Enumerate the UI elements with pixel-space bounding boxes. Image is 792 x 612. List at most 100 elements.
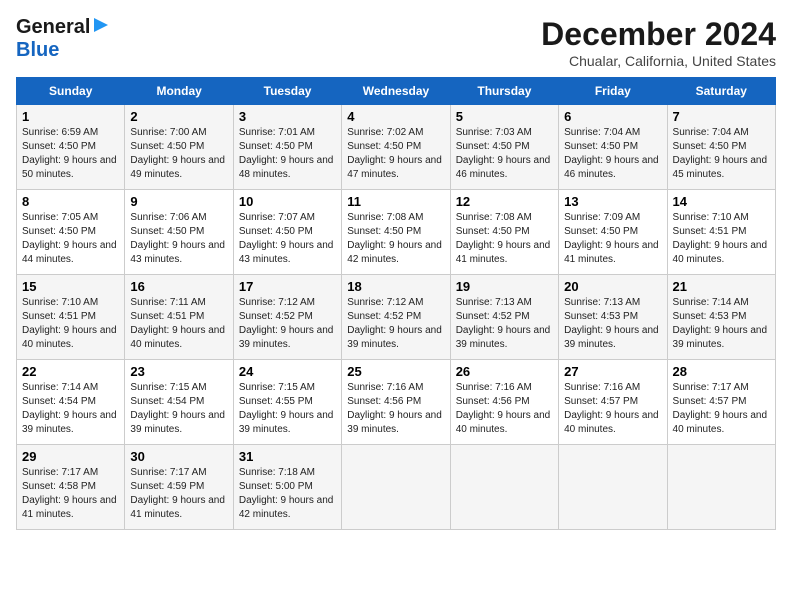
day-number: 22 — [22, 364, 119, 379]
day-info: Sunrise: 7:17 AMSunset: 4:57 PMDaylight:… — [673, 381, 770, 437]
column-header-monday: Monday — [125, 78, 233, 105]
calendar-week-row: 22 Sunrise: 7:14 AMSunset: 4:54 PMDayligh… — [17, 360, 776, 445]
calendar-cell: 31 Sunrise: 7:18 AMSunset: 5:00 PMDayligh… — [233, 445, 341, 530]
calendar-week-row: 1Sunrise: 6:59 AMSunset: 4:50 PMDaylight… — [17, 105, 776, 190]
page-title: December 2024 — [541, 16, 776, 53]
calendar-week-row: 29 Sunrise: 7:17 AMSunset: 4:58 PMDayligh… — [17, 445, 776, 530]
day-number: 16 — [130, 279, 227, 294]
day-info: Sunrise: 7:17 AMSunset: 4:59 PMDaylight:… — [130, 466, 227, 522]
calendar-header-row: SundayMondayTuesdayWednesdayThursdayFrid… — [17, 78, 776, 105]
day-number: 17 — [239, 279, 336, 294]
calendar-cell — [667, 445, 775, 530]
day-number: 19 — [456, 279, 553, 294]
calendar-cell: 28Sunrise: 7:17 AMSunset: 4:57 PMDayligh… — [667, 360, 775, 445]
calendar-cell: 29 Sunrise: 7:17 AMSunset: 4:58 PMDayligh… — [17, 445, 125, 530]
day-info: Sunrise: 7:16 AMSunset: 4:57 PMDaylight:… — [564, 381, 661, 437]
column-header-tuesday: Tuesday — [233, 78, 341, 105]
day-info: Sunrise: 7:15 AMSunset: 4:54 PMDaylight:… — [130, 381, 227, 437]
day-number: 14 — [673, 194, 770, 209]
day-info: Sunrise: 7:06 AMSunset: 4:50 PMDaylight:… — [130, 211, 227, 267]
calendar-cell: 25 Sunrise: 7:16 AMSunset: 4:56 PMDayligh… — [342, 360, 450, 445]
day-number: 31 — [239, 449, 336, 464]
column-header-thursday: Thursday — [450, 78, 558, 105]
day-info: Sunrise: 7:17 AMSunset: 4:58 PMDaylight:… — [22, 466, 119, 522]
day-info: Sunrise: 7:04 AMSunset: 4:50 PMDaylight:… — [673, 126, 770, 182]
day-info: Sunrise: 7:13 AMSunset: 4:52 PMDaylight:… — [456, 296, 553, 352]
logo: General Blue — [16, 16, 110, 62]
calendar-cell: 3Sunrise: 7:01 AMSunset: 4:50 PMDaylight… — [233, 105, 341, 190]
calendar-cell: 4Sunrise: 7:02 AMSunset: 4:50 PMDaylight… — [342, 105, 450, 190]
calendar-cell — [342, 445, 450, 530]
day-info: Sunrise: 7:04 AMSunset: 4:50 PMDaylight:… — [564, 126, 661, 182]
column-header-wednesday: Wednesday — [342, 78, 450, 105]
column-header-friday: Friday — [559, 78, 667, 105]
calendar-cell: 12 Sunrise: 7:08 AMSunset: 4:50 PMDayligh… — [450, 190, 558, 275]
calendar-cell: 20 Sunrise: 7:13 AMSunset: 4:53 PMDayligh… — [559, 275, 667, 360]
page-header: General Blue December 2024 Chualar, Cali… — [16, 16, 776, 69]
day-number: 15 — [22, 279, 119, 294]
calendar-cell: 8Sunrise: 7:05 AMSunset: 4:50 PMDaylight… — [17, 190, 125, 275]
day-number: 18 — [347, 279, 444, 294]
day-info: Sunrise: 7:01 AMSunset: 4:50 PMDaylight:… — [239, 126, 336, 182]
calendar-cell: 6Sunrise: 7:04 AMSunset: 4:50 PMDaylight… — [559, 105, 667, 190]
calendar-cell — [450, 445, 558, 530]
day-info: Sunrise: 7:18 AMSunset: 5:00 PMDaylight:… — [239, 466, 336, 522]
day-number: 7 — [673, 109, 770, 124]
calendar-cell: 2 Sunrise: 7:00 AMSunset: 4:50 PMDaylight… — [125, 105, 233, 190]
calendar-cell: 23 Sunrise: 7:15 AMSunset: 4:54 PMDayligh… — [125, 360, 233, 445]
column-header-sunday: Sunday — [17, 78, 125, 105]
day-info: Sunrise: 7:12 AMSunset: 4:52 PMDaylight:… — [347, 296, 444, 352]
day-number: 30 — [130, 449, 227, 464]
day-info: Sunrise: 7:16 AMSunset: 4:56 PMDaylight:… — [456, 381, 553, 437]
calendar-cell: 16 Sunrise: 7:11 AMSunset: 4:51 PMDayligh… — [125, 275, 233, 360]
day-number: 27 — [564, 364, 661, 379]
day-number: 11 — [347, 194, 444, 209]
calendar-cell: 26 Sunrise: 7:16 AMSunset: 4:56 PMDayligh… — [450, 360, 558, 445]
day-info: Sunrise: 7:13 AMSunset: 4:53 PMDaylight:… — [564, 296, 661, 352]
day-number: 25 — [347, 364, 444, 379]
day-number: 13 — [564, 194, 661, 209]
day-number: 20 — [564, 279, 661, 294]
calendar-cell: 14 Sunrise: 7:10 AMSunset: 4:51 PMDayligh… — [667, 190, 775, 275]
day-info: Sunrise: 7:16 AMSunset: 4:56 PMDaylight:… — [347, 381, 444, 437]
day-number: 1 — [22, 109, 119, 124]
day-number: 29 — [22, 449, 119, 464]
calendar-cell: 7 Sunrise: 7:04 AMSunset: 4:50 PMDaylight… — [667, 105, 775, 190]
logo-general: General — [16, 16, 90, 39]
logo-blue: Blue — [16, 39, 59, 61]
calendar-week-row: 15 Sunrise: 7:10 AMSunset: 4:51 PMDayligh… — [17, 275, 776, 360]
calendar-cell: 1Sunrise: 6:59 AMSunset: 4:50 PMDaylight… — [17, 105, 125, 190]
day-info: Sunrise: 7:00 AMSunset: 4:50 PMDaylight:… — [130, 126, 227, 182]
page-subtitle: Chualar, California, United States — [541, 53, 776, 69]
day-number: 2 — [130, 109, 227, 124]
calendar-cell: 15 Sunrise: 7:10 AMSunset: 4:51 PMDayligh… — [17, 275, 125, 360]
calendar-cell: 10 Sunrise: 7:07 AMSunset: 4:50 PMDayligh… — [233, 190, 341, 275]
calendar-cell: 11 Sunrise: 7:08 AMSunset: 4:50 PMDayligh… — [342, 190, 450, 275]
calendar-cell: 17Sunrise: 7:12 AMSunset: 4:52 PMDayligh… — [233, 275, 341, 360]
day-number: 26 — [456, 364, 553, 379]
day-number: 10 — [239, 194, 336, 209]
day-number: 23 — [130, 364, 227, 379]
day-info: Sunrise: 7:10 AMSunset: 4:51 PMDaylight:… — [22, 296, 119, 352]
calendar-cell: 18 Sunrise: 7:12 AMSunset: 4:52 PMDayligh… — [342, 275, 450, 360]
title-area: December 2024 Chualar, California, Unite… — [541, 16, 776, 69]
calendar-cell: 19 Sunrise: 7:13 AMSunset: 4:52 PMDayligh… — [450, 275, 558, 360]
day-number: 5 — [456, 109, 553, 124]
logo-arrow-icon — [92, 16, 110, 34]
day-number: 9 — [130, 194, 227, 209]
day-info: Sunrise: 7:08 AMSunset: 4:50 PMDaylight:… — [347, 211, 444, 267]
day-info: Sunrise: 7:10 AMSunset: 4:51 PMDaylight:… — [673, 211, 770, 267]
day-info: Sunrise: 7:14 AMSunset: 4:53 PMDaylight:… — [673, 296, 770, 352]
day-number: 4 — [347, 109, 444, 124]
day-info: Sunrise: 7:05 AMSunset: 4:50 PMDaylight:… — [22, 211, 119, 267]
calendar-cell — [559, 445, 667, 530]
day-info: Sunrise: 7:11 AMSunset: 4:51 PMDaylight:… — [130, 296, 227, 352]
calendar-table: SundayMondayTuesdayWednesdayThursdayFrid… — [16, 77, 776, 530]
calendar-week-row: 8Sunrise: 7:05 AMSunset: 4:50 PMDaylight… — [17, 190, 776, 275]
day-info: Sunrise: 7:08 AMSunset: 4:50 PMDaylight:… — [456, 211, 553, 267]
day-number: 24 — [239, 364, 336, 379]
day-info: Sunrise: 7:07 AMSunset: 4:50 PMDaylight:… — [239, 211, 336, 267]
day-number: 12 — [456, 194, 553, 209]
day-info: Sunrise: 7:03 AMSunset: 4:50 PMDaylight:… — [456, 126, 553, 182]
day-info: Sunrise: 7:14 AMSunset: 4:54 PMDaylight:… — [22, 381, 119, 437]
